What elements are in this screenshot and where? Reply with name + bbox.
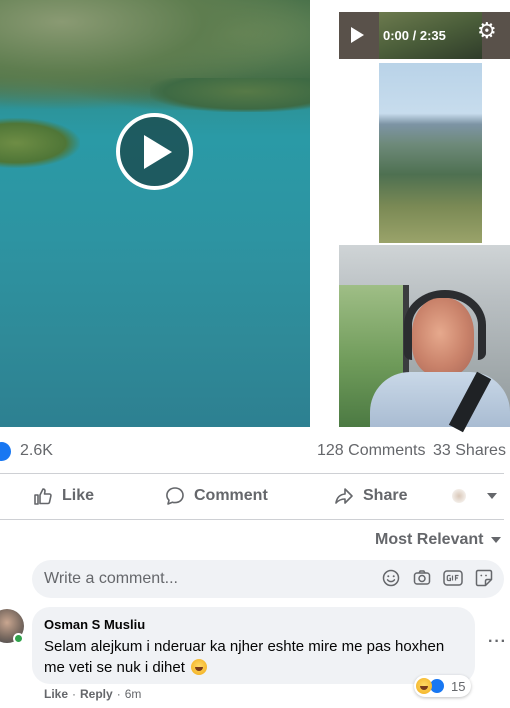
separator: · bbox=[116, 687, 121, 701]
laughing-emoji-icon bbox=[191, 659, 208, 675]
like-reaction-icon[interactable] bbox=[0, 442, 11, 461]
far-shore bbox=[150, 78, 310, 112]
pilot-face bbox=[412, 298, 474, 376]
reactions-count[interactable]: 2.6K bbox=[20, 442, 53, 460]
audience-selector[interactable] bbox=[452, 478, 498, 514]
sticker-icon[interactable] bbox=[474, 568, 494, 588]
divider bbox=[0, 519, 504, 520]
online-status-dot bbox=[13, 633, 24, 644]
post-media-grid: 0:00 / 2:35 ⚙ bbox=[0, 0, 510, 433]
comment-author[interactable]: Osman S Musliu bbox=[44, 617, 145, 632]
post-stats-bar: 2.6K 128 Comments 33 Shares bbox=[0, 437, 510, 465]
near-shore bbox=[0, 118, 80, 168]
comment-text-block: Selam alejkum i nderuar ka njher eshte m… bbox=[44, 636, 464, 678]
comment-footer: Like · Reply · 6m bbox=[44, 687, 141, 701]
separator: · bbox=[72, 687, 77, 701]
comment-button-label: Comment bbox=[194, 487, 268, 504]
post-actions: Like Comment Share bbox=[0, 478, 510, 514]
main-video-thumbnail[interactable] bbox=[0, 0, 310, 427]
play-button[interactable] bbox=[116, 113, 193, 190]
gif-icon[interactable] bbox=[443, 568, 463, 588]
smiley-icon[interactable] bbox=[381, 568, 401, 588]
comment-timestamp[interactable]: 6m bbox=[125, 687, 142, 701]
comment-button[interactable]: Comment bbox=[165, 478, 268, 514]
video-time-display: 0:00 / 2:35 bbox=[383, 28, 446, 43]
avatar bbox=[452, 489, 466, 503]
thumbs-up-icon bbox=[34, 488, 52, 505]
comment-reaction-count: 15 bbox=[451, 678, 466, 694]
caret-down-icon bbox=[487, 493, 497, 499]
speech-bubble-icon bbox=[166, 487, 184, 505]
comment-sort-dropdown[interactable]: Most Relevant bbox=[375, 529, 502, 551]
comment-reactions[interactable]: 15 bbox=[414, 675, 472, 697]
camera-icon[interactable] bbox=[412, 568, 432, 588]
share-button-label: Share bbox=[363, 487, 408, 504]
play-icon[interactable] bbox=[351, 27, 364, 43]
comment-bubble: Osman S Musliu Selam alejkum i nderuar k… bbox=[32, 607, 475, 684]
sort-label: Most Relevant bbox=[375, 531, 484, 548]
comment-input[interactable]: Write a comment... bbox=[44, 570, 178, 588]
comment-options-button[interactable]: ··· bbox=[488, 633, 507, 651]
gear-icon[interactable]: ⚙ bbox=[477, 20, 497, 42]
comment-like-link[interactable]: Like bbox=[44, 687, 68, 701]
like-button[interactable]: Like bbox=[33, 478, 94, 514]
composer-tools bbox=[381, 568, 494, 588]
caret-down-icon bbox=[491, 537, 502, 543]
comment-text: Selam alejkum i nderuar ka njher eshte m… bbox=[44, 638, 445, 676]
share-button[interactable]: Share bbox=[334, 478, 407, 514]
like-button-label: Like bbox=[62, 487, 95, 504]
landscape-photo-thumbnail[interactable] bbox=[379, 63, 482, 243]
share-arrow-icon bbox=[335, 488, 353, 504]
divider bbox=[0, 473, 504, 474]
comment-reply-link[interactable]: Reply bbox=[80, 687, 113, 701]
play-icon bbox=[144, 134, 172, 169]
shares-count[interactable]: 33 Shares bbox=[433, 442, 506, 460]
haha-reaction-icon bbox=[416, 678, 432, 694]
comment-composer[interactable]: Write a comment... bbox=[32, 560, 504, 598]
comments-count[interactable]: 128 Comments bbox=[317, 442, 426, 460]
